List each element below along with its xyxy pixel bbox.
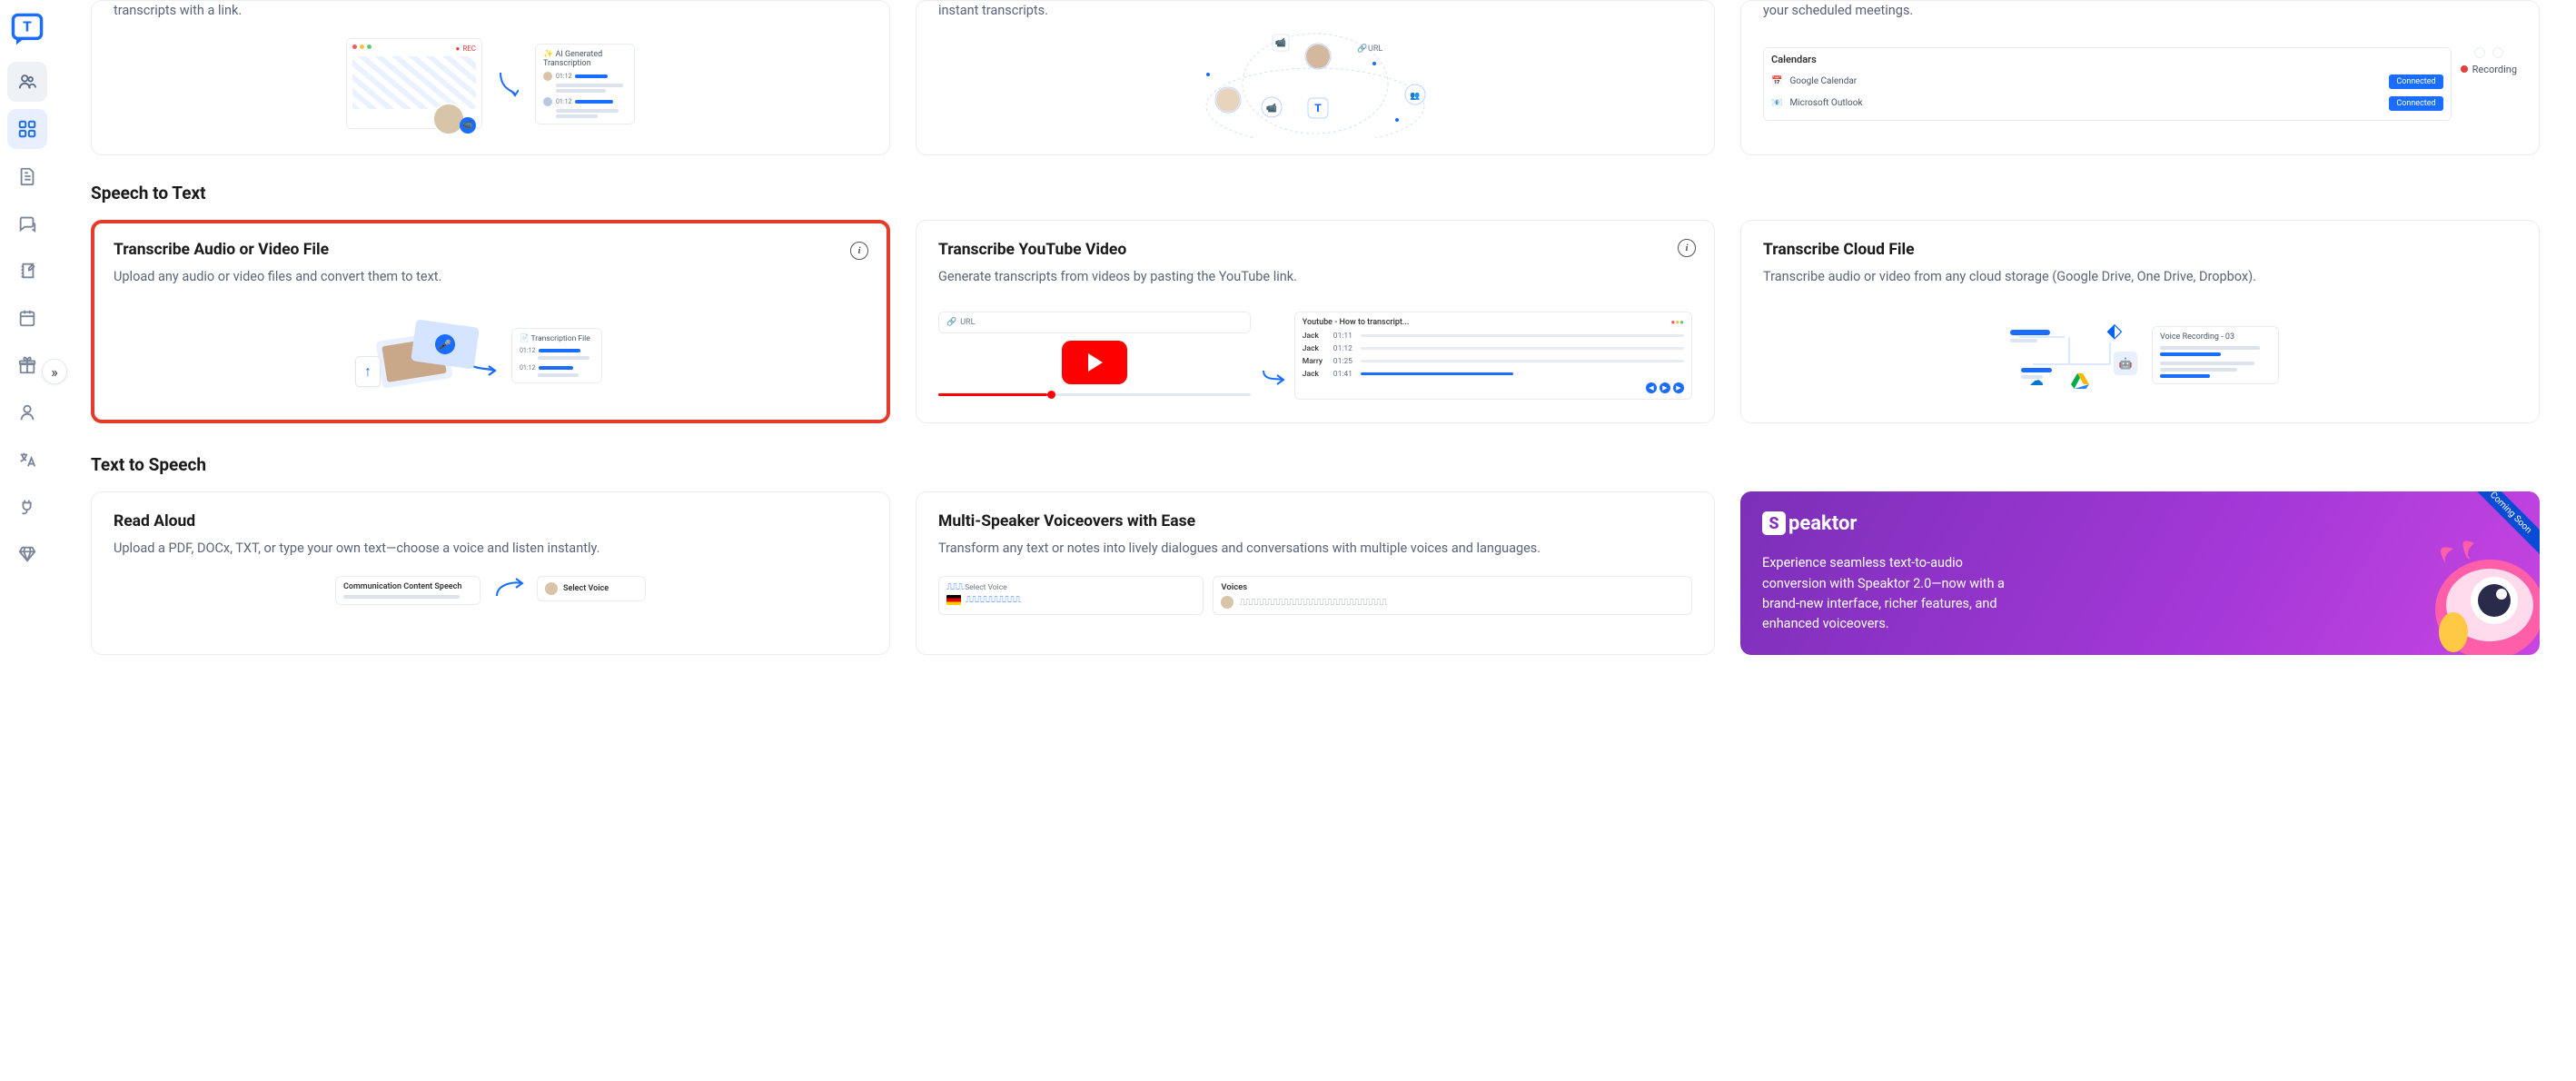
illustration-youtube: 🔗URL Youtube - How to transcript...●●● J… xyxy=(938,297,1692,406)
yt-panel-title: Youtube - How to transcript... xyxy=(1303,318,1410,327)
illustration-share: ●REC 📹 ✨ AI Generated Transcription 01:1… xyxy=(114,29,867,138)
top-feature-row: transcripts with a link. ●REC 📹 ✨ AI Gen… xyxy=(91,0,2540,155)
card-multi-speaker[interactable]: Multi-Speaker Voiceovers with Ease Trans… xyxy=(916,491,1715,655)
top-card-share[interactable]: transcripts with a link. ●REC 📹 ✨ AI Gen… xyxy=(91,0,890,155)
svg-text:📹: 📹 xyxy=(1266,103,1277,114)
card-title: Transcribe Cloud File xyxy=(1763,241,2517,259)
card-description: your scheduled meetings. xyxy=(1763,1,2517,20)
card-title: Multi-Speaker Voiceovers with Ease xyxy=(938,512,1692,531)
onedrive-icon: ☁ xyxy=(2025,368,2048,392)
tts-card-row: Read Aloud Upload a PDF, DOCx, TXT, or t… xyxy=(91,491,2540,655)
section-title-stt: Speech to Text xyxy=(91,183,2540,203)
illustration-calendar: Calendars 📅Google CalendarConnected 📧Mic… xyxy=(1763,29,2517,138)
gdrive-icon xyxy=(2068,370,2092,393)
voices-label: Voices xyxy=(1221,582,1684,592)
youtube-play-icon xyxy=(1062,341,1127,384)
calendars-title: Calendars xyxy=(1771,54,2443,65)
illustration-multispeaker: ⎍⎍⎍ Select Voice ⎍⎍⎍⎍⎍⎍⎍⎍⎍⎍ Voices ⎍⎍⎍⎍⎍… xyxy=(938,569,1692,614)
nav-integrations[interactable] xyxy=(7,487,47,527)
nav-premium[interactable] xyxy=(7,534,47,574)
promo-speaktor[interactable]: Coming Soon Speaktor Experience seamless… xyxy=(1740,491,2540,655)
illus-caption: AI Generated Transcription xyxy=(543,50,602,68)
outlook-label: Microsoft Outlook xyxy=(1789,98,2382,108)
nav-documents[interactable] xyxy=(7,156,47,196)
card-transcribe-file[interactable]: i Transcribe Audio or Video File Upload … xyxy=(91,220,890,423)
card-title: Transcribe Audio or Video File xyxy=(114,241,867,259)
voice-recording-label: Voice Recording - 03 xyxy=(2160,332,2271,342)
select-voice-label: Select Voice xyxy=(965,583,1007,592)
card-description: Upload any audio or video files and conv… xyxy=(114,267,867,286)
nav-team[interactable] xyxy=(7,62,47,102)
content-speech-label: Communication Content Speech xyxy=(343,582,472,591)
card-transcribe-youtube[interactable]: i Transcribe YouTube Video Generate tran… xyxy=(916,220,1715,423)
app-logo[interactable]: T xyxy=(7,9,47,49)
info-icon[interactable]: i xyxy=(850,242,868,260)
connected-badge: Connected xyxy=(2389,96,2442,111)
svg-text:T: T xyxy=(1314,102,1322,114)
nav-translate[interactable] xyxy=(7,440,47,480)
nav-account[interactable] xyxy=(7,392,47,432)
card-description: Upload a PDF, DOCx, TXT, or type your ow… xyxy=(114,539,867,558)
main-content: transcripts with a link. ●REC 📹 ✨ AI Gen… xyxy=(54,0,2576,1081)
card-description: instant transcripts. xyxy=(938,1,1692,20)
svg-text:🔗: 🔗 xyxy=(1357,43,1367,54)
section-title-tts: Text to Speech xyxy=(91,454,2540,475)
stt-card-row: i Transcribe Audio or Video File Upload … xyxy=(91,220,2540,423)
nav-notes[interactable] xyxy=(7,251,47,291)
card-title: Read Aloud xyxy=(114,512,867,531)
chevron-right-icon: » xyxy=(51,363,58,381)
info-icon[interactable]: i xyxy=(1678,239,1696,257)
rec-label: REC xyxy=(462,45,476,53)
card-title: Transcribe YouTube Video xyxy=(938,241,1692,259)
bot-icon: 🤖 xyxy=(2114,352,2137,375)
nav-calendar[interactable] xyxy=(7,298,47,338)
url-label: URL xyxy=(960,318,975,327)
svg-text:T: T xyxy=(23,19,32,35)
svg-text:👥: 👥 xyxy=(1410,92,1420,101)
card-description: Generate transcripts from videos by past… xyxy=(938,267,1692,286)
nav-chat[interactable] xyxy=(7,203,47,243)
sidebar-expand-button[interactable]: » xyxy=(42,359,67,384)
top-card-calendar[interactable]: your scheduled meetings. Calendars 📅Goog… xyxy=(1740,0,2540,155)
card-transcribe-cloud[interactable]: Transcribe Cloud File Transcribe audio o… xyxy=(1740,220,2540,423)
illustration-network: 📹 T 👥 📹 🔗URL xyxy=(938,29,1692,138)
url-label: URL xyxy=(1368,45,1382,54)
google-calendar-label: Google Calendar xyxy=(1789,76,2382,86)
nav-rewards[interactable] xyxy=(7,345,47,385)
select-voice-label: Select Voice xyxy=(563,584,609,593)
arrow-icon xyxy=(499,65,519,102)
top-card-instant[interactable]: instant transcripts. 📹 T 👥 📹 🔗URL xyxy=(916,0,1715,155)
card-description: Transcribe audio or video from any cloud… xyxy=(1763,267,2517,286)
card-read-aloud[interactable]: Read Aloud Upload a PDF, DOCx, TXT, or t… xyxy=(91,491,890,655)
recording-label: Recording xyxy=(2472,64,2517,75)
arrow-icon xyxy=(493,576,524,603)
upload-icon: ↑ xyxy=(364,362,372,381)
promo-description: Experience seamless text-to-audio conver… xyxy=(1762,553,2007,635)
illustration-upload: 🎤 ↑ 📄 Transcription File 01:12 01:12 xyxy=(114,297,867,406)
transcription-file-label: Transcription File xyxy=(531,334,590,343)
arrow-icon xyxy=(1260,325,1285,389)
illustration-cloud: ⬖ ☁ 🤖 Voice Recording - 03 xyxy=(1763,297,2517,406)
dropbox-icon: ⬖ xyxy=(2103,319,2126,342)
svg-text:📹: 📹 xyxy=(1275,37,1286,48)
card-description: Transform any text or notes into lively … xyxy=(938,539,1692,558)
flag-de-icon xyxy=(946,595,961,605)
nav-dashboard[interactable] xyxy=(7,109,47,149)
illustration-read-aloud: Communication Content Speech Select Voic… xyxy=(114,569,867,614)
brand-icon: S xyxy=(1762,511,1786,535)
sidebar: T » xyxy=(0,0,54,1081)
mascot-icon xyxy=(2403,532,2540,655)
card-description: transcripts with a link. xyxy=(114,1,867,20)
connected-badge: Connected xyxy=(2389,74,2442,89)
